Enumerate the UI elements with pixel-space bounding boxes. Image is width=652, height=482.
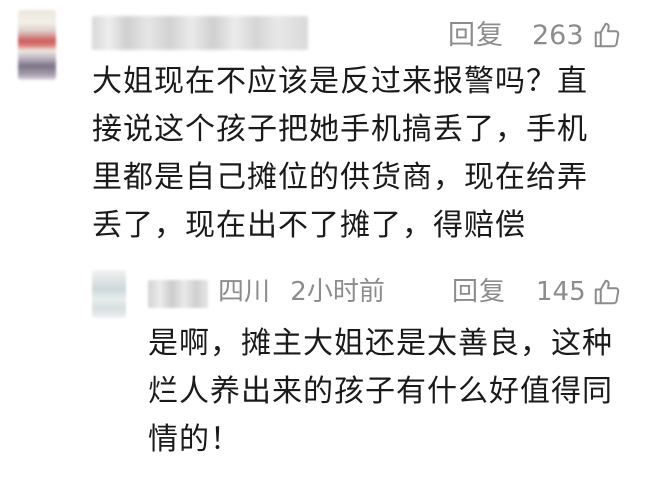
reply-avatar[interactable] [92, 270, 126, 318]
reply-time: 2小时前 [290, 277, 385, 307]
reply-text: 是啊，摊主大姐还是太善良，这种烂人养出来的孩子有什么好值得同情的！ [148, 326, 613, 457]
thumbs-up-icon[interactable] [592, 277, 622, 307]
reply-location: 四川 [218, 277, 271, 307]
reply-meta: 四川 2小时前 [218, 279, 385, 305]
thumbs-up-icon[interactable] [592, 20, 622, 50]
comment-text: 大姐现在不应该是反过来报警吗？直接说这个孩子把她手机搞丢了，手机里都是自己摊位的… [92, 64, 588, 243]
like-count: 263 [532, 20, 584, 51]
avatar[interactable] [18, 10, 56, 80]
reply-reply-button[interactable]: 回复 [452, 279, 506, 305]
username-blurred[interactable] [92, 16, 308, 50]
reply-button[interactable]: 回复 [448, 22, 504, 49]
reply-like-count: 145 [536, 277, 586, 307]
reply-username-blurred[interactable] [148, 280, 208, 308]
